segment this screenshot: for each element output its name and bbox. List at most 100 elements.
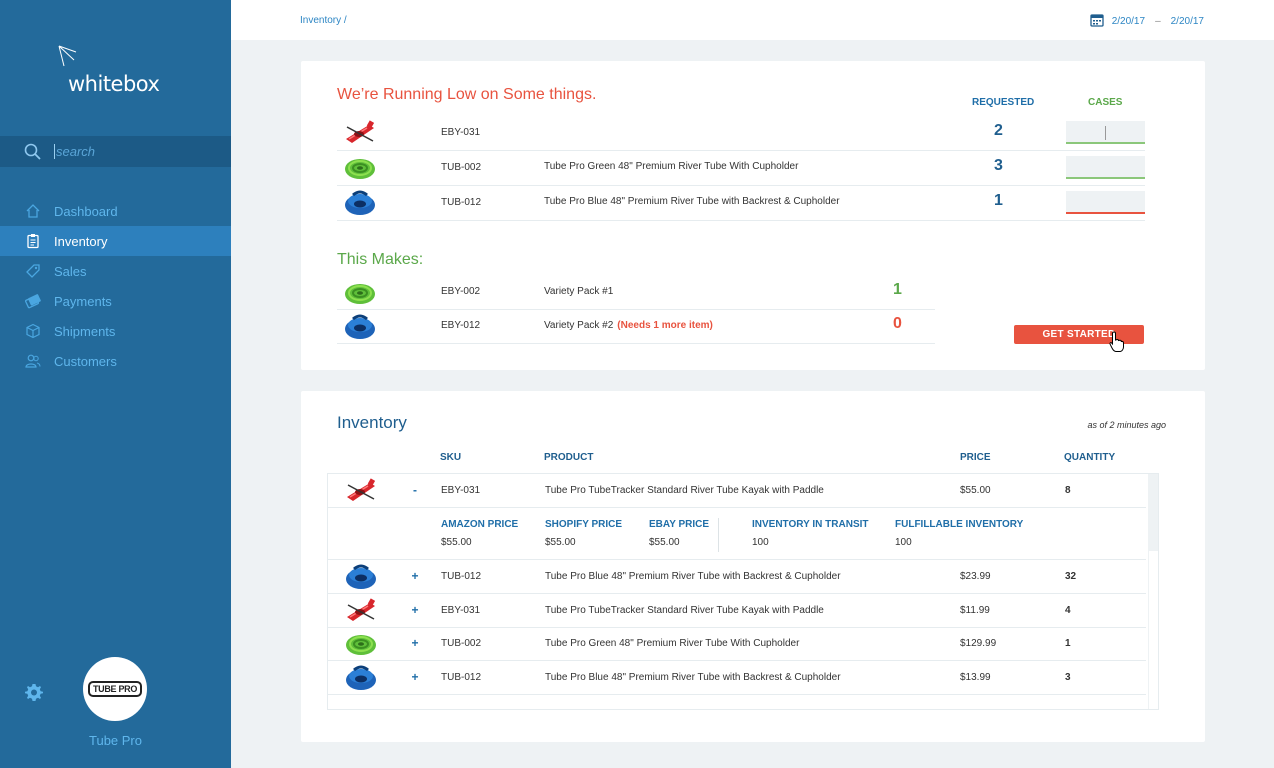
makes-row: EBY-012 Variety Pack #2 (Needs 1 more ite… (337, 310, 935, 344)
requested-count: 3 (994, 157, 1003, 174)
expand-toggle[interactable]: + (408, 569, 422, 583)
expand-toggle[interactable]: + (408, 603, 422, 617)
logo-text: whitebox (68, 72, 160, 96)
date-range-picker[interactable]: 2/20/17 – 2/20/17 (1090, 13, 1204, 30)
updated-timestamp: as of 2 minutes ago (1087, 420, 1166, 430)
expand-toggle[interactable]: + (408, 670, 422, 684)
inventory-table: - EBY-031 Tube Pro TubeTracker Standard … (327, 473, 1159, 710)
this-makes-title: This Makes: (337, 251, 424, 268)
row-detail-panel: AMAZON PRICE $55.00 SHOPIFY PRICE $55.00… (328, 508, 1146, 560)
sku-header[interactable]: SKU (440, 452, 461, 463)
quantity-header[interactable]: QUANTITY (1064, 452, 1115, 463)
tube-blue-thumbnail (344, 563, 378, 591)
brand-avatar[interactable]: TUBE PRO (83, 657, 147, 721)
makes-row: EBY-002 Variety Pack #1 1 (337, 276, 935, 310)
quantity: 4 (1065, 605, 1071, 616)
collapse-toggle[interactable]: - (408, 483, 422, 497)
ebay-price-value: $55.00 (649, 537, 680, 548)
table-row[interactable]: - EBY-031 Tube Pro TubeTracker Standard … (328, 474, 1146, 508)
nav-label: Customers (54, 353, 117, 369)
quantity: 8 (1065, 485, 1071, 496)
nav-item-inventory[interactable]: Inventory (0, 226, 231, 256)
cases-input[interactable] (1066, 156, 1145, 179)
sku: TUB-002 (441, 162, 482, 173)
shopify-price-value: $55.00 (545, 537, 576, 548)
gear-icon[interactable] (24, 682, 44, 702)
sidebar: whitebox Dashboard Inventory Sales Payme… (0, 0, 231, 768)
table-row[interactable]: + TUB-012 Tube Pro Blue 48" Premium Rive… (328, 661, 1146, 695)
low-stock-row: TUB-002 Tube Pro Green 48" Premium River… (337, 151, 1145, 186)
inventory-title: Inventory (337, 413, 407, 432)
scrollbar-thumb[interactable] (1148, 474, 1158, 551)
tube-blue-thumbnail (343, 189, 377, 217)
tube-green-thumbnail (343, 154, 377, 182)
product-name: Tube Pro Blue 48" Premium River Tube wit… (545, 672, 841, 683)
whitebox-logo[interactable]: whitebox (56, 44, 186, 100)
fulfillable-inventory-value: 100 (895, 537, 912, 548)
text-cursor (1105, 126, 1106, 140)
cases-header: CASES (1088, 97, 1123, 108)
kayak-red-thumbnail (343, 119, 377, 147)
makes-count: 0 (893, 315, 902, 332)
search-input[interactable] (54, 144, 204, 159)
product-name: Tube Pro TubeTracker Standard River Tube… (545, 485, 824, 496)
product-name: Tube Pro Green 48" Premium River Tube Wi… (544, 161, 799, 172)
date-separator: – (1155, 16, 1161, 27)
product-name: Tube Pro TubeTracker Standard River Tube… (545, 605, 824, 616)
kayak-red-thumbnail (344, 477, 378, 505)
requested-count: 1 (994, 192, 1003, 209)
product-header[interactable]: PRODUCT (544, 452, 593, 463)
product-name: Tube Pro Green 48" Premium River Tube Wi… (545, 638, 800, 649)
quantity: 1 (1065, 638, 1071, 649)
nav-item-sales[interactable]: Sales (0, 256, 231, 286)
nav-item-dashboard[interactable]: Dashboard (0, 196, 231, 226)
tube-green-thumbnail (344, 630, 378, 658)
nav-label: Dashboard (54, 203, 118, 219)
price-header[interactable]: PRICE (960, 452, 991, 463)
cases-input[interactable] (1066, 191, 1145, 214)
table-row[interactable]: + TUB-002 Tube Pro Green 48" Premium Riv… (328, 627, 1146, 661)
top-bar: Inventory / 2/20/17 – 2/20/17 (231, 0, 1274, 40)
requested-header: REQUESTED (972, 97, 1035, 108)
nav-item-payments[interactable]: Payments (0, 286, 231, 316)
users-icon (24, 352, 42, 370)
clipboard-icon (24, 232, 42, 250)
quantity: 32 (1065, 571, 1077, 582)
price: $23.99 (960, 571, 991, 582)
nav-item-shipments[interactable]: Shipments (0, 316, 231, 346)
table-row[interactable]: + TUB-012 Tube Pro Blue 48" Premium Rive… (328, 560, 1146, 594)
divider (718, 518, 719, 552)
amazon-price-value: $55.00 (441, 537, 472, 548)
low-stock-title: We’re Running Low on Some things. (337, 86, 597, 103)
sku: TUB-002 (441, 638, 482, 649)
shopify-price-label: SHOPIFY PRICE (545, 519, 623, 530)
search-bar (0, 136, 231, 167)
tube-pro-logo: TUBE PRO (87, 681, 143, 697)
sku: EBY-002 (441, 286, 481, 297)
brand-name: Tube Pro (89, 733, 142, 748)
tube-green-thumbnail (343, 279, 377, 307)
price: $55.00 (960, 485, 991, 496)
expand-toggle[interactable]: + (408, 636, 422, 650)
nav-item-customers[interactable]: Customers (0, 346, 231, 376)
product-name: Variety Pack #1 (544, 286, 613, 297)
pack-name: Variety Pack #2 (544, 320, 614, 331)
quantity: 3 (1065, 672, 1071, 683)
search-icon[interactable] (24, 143, 42, 161)
sku: TUB-012 (441, 571, 482, 582)
sku: EBY-031 (441, 127, 481, 138)
needs-item-note: (Needs 1 more item) (617, 320, 713, 331)
product-name: Variety Pack #2 (Needs 1 more item) (544, 320, 713, 331)
date-end[interactable]: 2/20/17 (1171, 16, 1204, 27)
date-start[interactable]: 2/20/17 (1112, 16, 1145, 27)
breadcrumb[interactable]: Inventory / (300, 15, 347, 26)
box-icon (24, 322, 42, 340)
price: $129.99 (960, 638, 997, 649)
price: $13.99 (960, 672, 991, 683)
hand-cursor-icon (1109, 331, 1124, 352)
nav-label: Shipments (54, 323, 116, 339)
fulfillable-inventory-label: FULFILLABLE INVENTORY (895, 519, 1024, 530)
table-row[interactable]: + EBY-031 Tube Pro TubeTracker Standard … (328, 594, 1146, 628)
home-icon (24, 202, 42, 220)
calendar-icon[interactable] (1090, 13, 1104, 30)
